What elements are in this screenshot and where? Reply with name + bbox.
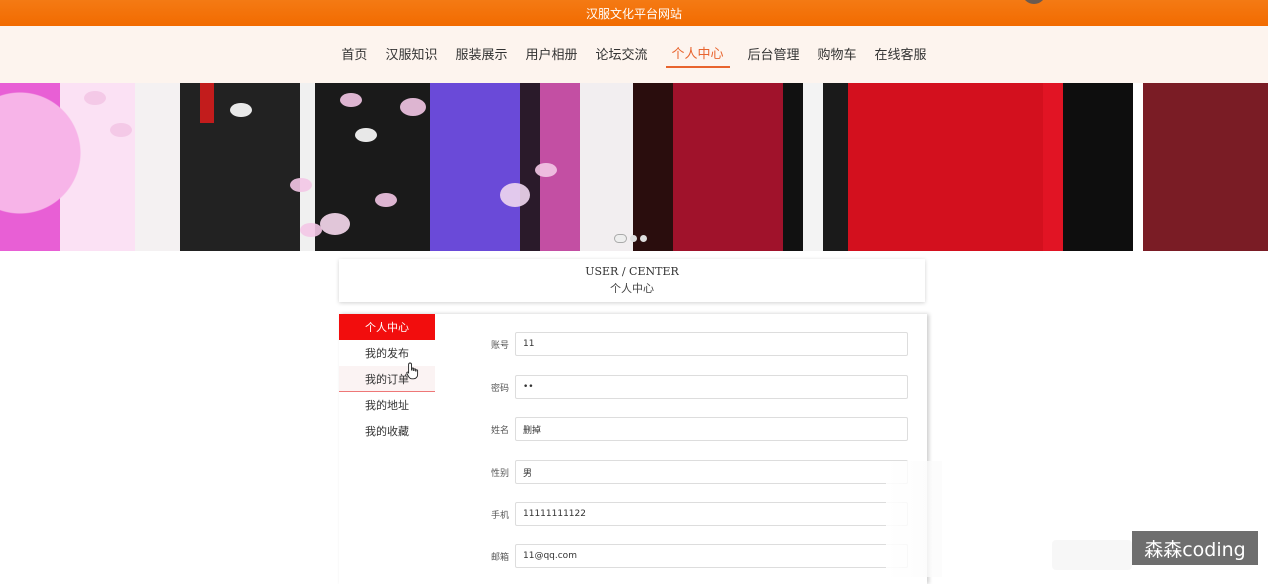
gender-field[interactable] bbox=[515, 460, 908, 484]
nav-item-user-center[interactable]: 个人中心 bbox=[665, 41, 730, 68]
form-row-password: 密码 bbox=[480, 375, 910, 399]
phone-field[interactable] bbox=[515, 502, 908, 526]
email-label: 邮箱 bbox=[490, 552, 509, 563]
phone-label: 手机 bbox=[490, 510, 509, 521]
name-field[interactable] bbox=[515, 417, 908, 441]
form-row-name: 姓名 bbox=[480, 417, 910, 441]
gender-label: 性别 bbox=[490, 468, 509, 479]
section-title-en: USER / CENTER bbox=[585, 265, 679, 278]
email-field[interactable] bbox=[515, 544, 908, 568]
nav-item-clothing-display[interactable]: 服装展示 bbox=[455, 42, 507, 67]
avatar[interactable] bbox=[1022, 0, 1046, 4]
carousel-dot[interactable] bbox=[630, 234, 637, 242]
banner-carousel[interactable] bbox=[0, 83, 1268, 251]
hand-cursor-icon bbox=[406, 362, 419, 380]
password-label: 密码 bbox=[490, 383, 509, 394]
main-nav: 首页 汉服知识 服装展示 用户相册 论坛交流 个人中心 后台管理 购物车 在线客… bbox=[0, 26, 1268, 83]
site-title: 汉服文化平台网站 bbox=[585, 6, 682, 21]
account-label: 账号 bbox=[490, 340, 509, 351]
sidebar-item-my-favorites[interactable]: 我的收藏 bbox=[339, 418, 435, 444]
name-label: 姓名 bbox=[490, 425, 509, 436]
overlay-fade bbox=[886, 461, 942, 577]
sidebar-item-user-center[interactable]: 个人中心 bbox=[339, 314, 435, 340]
watermark: 森森coding bbox=[1132, 531, 1258, 565]
sidebar-item-my-address[interactable]: 我的地址 bbox=[339, 392, 435, 418]
site-header: 汉服文化平台网站 bbox=[0, 0, 1268, 26]
form-row-gender: 性别 bbox=[480, 460, 910, 484]
overlay-ghost bbox=[1052, 540, 1132, 570]
nav-item-user-album[interactable]: 用户相册 bbox=[525, 42, 577, 67]
carousel-indicators bbox=[614, 232, 647, 244]
nav-item-forum[interactable]: 论坛交流 bbox=[595, 42, 647, 67]
section-title-box: USER / CENTER 个人中心 bbox=[339, 259, 925, 302]
form-row-account: 账号 bbox=[480, 332, 910, 356]
nav-item-cart[interactable]: 购物车 bbox=[818, 42, 857, 67]
nav-item-support[interactable]: 在线客服 bbox=[875, 42, 927, 67]
carousel-dot[interactable] bbox=[640, 234, 647, 242]
nav-item-admin[interactable]: 后台管理 bbox=[748, 42, 800, 67]
nav-item-home[interactable]: 首页 bbox=[341, 42, 367, 67]
account-field[interactable] bbox=[515, 332, 908, 356]
banner-slide-image-2 bbox=[633, 83, 1268, 251]
nav-item-hanfu-knowledge[interactable]: 汉服知识 bbox=[385, 42, 437, 67]
password-field[interactable] bbox=[515, 375, 908, 399]
section-title-zh: 个人中心 bbox=[610, 282, 654, 295]
carousel-dot[interactable] bbox=[614, 233, 627, 243]
sidebar-item-my-posts[interactable]: 我的发布 bbox=[339, 340, 435, 366]
form-row-phone: 手机 bbox=[480, 502, 910, 526]
form-row-email: 邮箱 bbox=[480, 544, 910, 568]
user-sidebar: 个人中心 我的发布 我的订单 我的地址 我的收藏 bbox=[339, 314, 435, 444]
banner-slide-image bbox=[0, 83, 633, 251]
sidebar-item-my-orders[interactable]: 我的订单 bbox=[339, 366, 435, 392]
